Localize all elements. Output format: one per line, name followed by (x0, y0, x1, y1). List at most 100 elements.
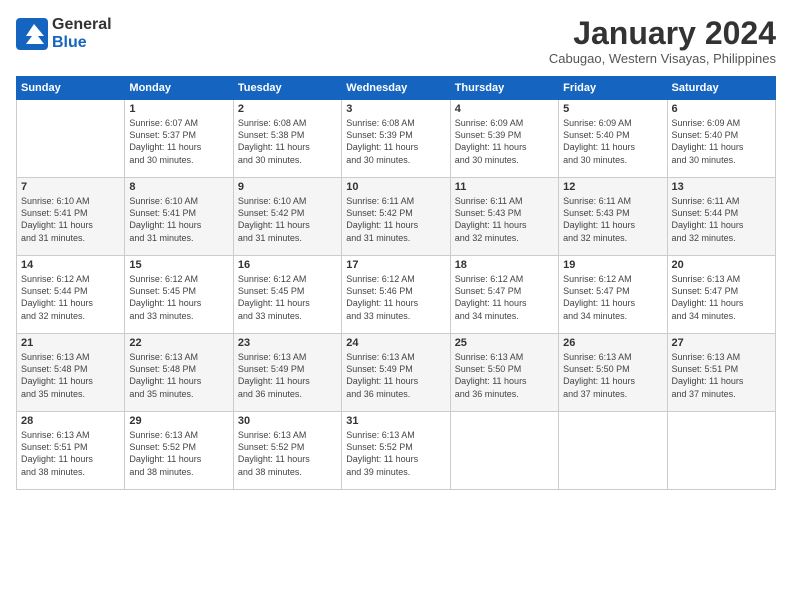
cell-info: Sunrise: 6:13 AM Sunset: 5:49 PM Dayligh… (238, 351, 337, 400)
calendar-cell: 10 Sunrise: 6:11 AM Sunset: 5:42 PM Dayli… (342, 178, 450, 256)
cell-info: Sunrise: 6:08 AM Sunset: 5:38 PM Dayligh… (238, 117, 337, 166)
calendar-cell: 8Sunrise: 6:10 AM Sunset: 5:41 PM Daylig… (125, 178, 233, 256)
cell-info: Sunrise: 6:12 AM Sunset: 5:46 PM Dayligh… (346, 273, 445, 322)
cell-info: Sunrise: 6:12 AM Sunset: 5:44 PM Dayligh… (21, 273, 120, 322)
calendar-cell: 20 Sunrise: 6:13 AM Sunset: 5:47 PM Dayli… (667, 256, 775, 334)
cell-info: Sunrise: 6:13 AM Sunset: 5:50 PM Dayligh… (563, 351, 662, 400)
header-cell-sunday: Sunday (17, 77, 125, 100)
day-number: 31 (346, 415, 445, 427)
calendar-cell: 25 Sunrise: 6:13 AM Sunset: 5:50 PM Dayli… (450, 334, 558, 412)
calendar-cell: 5 Sunrise: 6:09 AM Sunset: 5:40 PM Daylig… (559, 100, 667, 178)
header: General Blue January 2024 Cabugao, Weste… (16, 16, 776, 66)
cell-info: Sunrise: 6:13 AM Sunset: 5:48 PM Dayligh… (21, 351, 120, 400)
calendar-cell: 18 Sunrise: 6:12 AM Sunset: 5:47 PM Dayli… (450, 256, 558, 334)
calendar-cell: 24 Sunrise: 6:13 AM Sunset: 5:49 PM Dayli… (342, 334, 450, 412)
day-number: 11 (455, 181, 554, 193)
calendar-cell: 30 Sunrise: 6:13 AM Sunset: 5:52 PM Dayli… (233, 412, 341, 490)
day-number: 9 (238, 181, 337, 193)
day-number: 20 (672, 259, 771, 271)
cell-info: Sunrise: 6:12 AM Sunset: 5:45 PM Dayligh… (238, 273, 337, 322)
calendar-cell: 17 Sunrise: 6:12 AM Sunset: 5:46 PM Dayli… (342, 256, 450, 334)
day-number: 3 (346, 103, 445, 115)
calendar-cell (559, 412, 667, 490)
cell-info: Sunrise: 6:13 AM Sunset: 5:52 PM Dayligh… (238, 429, 337, 478)
cell-info: Sunrise: 6:12 AM Sunset: 5:47 PM Dayligh… (563, 273, 662, 322)
cell-info: Sunrise: 6:09 AM Sunset: 5:40 PM Dayligh… (563, 117, 662, 166)
calendar-cell: 15 Sunrise: 6:12 AM Sunset: 5:45 PM Dayli… (125, 256, 233, 334)
title-block: January 2024 Cabugao, Western Visayas, P… (549, 16, 776, 66)
calendar-cell: 26 Sunrise: 6:13 AM Sunset: 5:50 PM Dayli… (559, 334, 667, 412)
calendar-cell: 1 Sunrise: 6:07 AM Sunset: 5:37 PM Daylig… (125, 100, 233, 178)
month-title: January 2024 (549, 16, 776, 51)
header-cell-monday: Monday (125, 77, 233, 100)
week-row-0: 1 Sunrise: 6:07 AM Sunset: 5:37 PM Daylig… (17, 100, 776, 178)
calendar-table: SundayMondayTuesdayWednesdayThursdayFrid… (16, 76, 776, 490)
day-number: 26 (563, 337, 662, 349)
calendar-cell: 13Sunrise: 6:11 AM Sunset: 5:44 PM Dayli… (667, 178, 775, 256)
cell-info: Sunrise: 6:13 AM Sunset: 5:50 PM Dayligh… (455, 351, 554, 400)
day-number: 14 (21, 259, 120, 271)
cell-info: Sunrise: 6:11 AM Sunset: 5:43 PM Dayligh… (563, 195, 662, 244)
calendar-cell: 14 Sunrise: 6:12 AM Sunset: 5:44 PM Dayli… (17, 256, 125, 334)
cell-info: Sunrise: 6:13 AM Sunset: 5:48 PM Dayligh… (129, 351, 228, 400)
day-number: 12 (563, 181, 662, 193)
cell-info: Sunrise: 6:13 AM Sunset: 5:47 PM Dayligh… (672, 273, 771, 322)
location: Cabugao, Western Visayas, Philippines (549, 51, 776, 66)
day-number: 1 (129, 103, 228, 115)
cell-info: Sunrise: 6:13 AM Sunset: 5:52 PM Dayligh… (129, 429, 228, 478)
header-row: SundayMondayTuesdayWednesdayThursdayFrid… (17, 77, 776, 100)
week-row-3: 21Sunrise: 6:13 AM Sunset: 5:48 PM Dayli… (17, 334, 776, 412)
day-number: 13 (672, 181, 771, 193)
cell-info: Sunrise: 6:13 AM Sunset: 5:49 PM Dayligh… (346, 351, 445, 400)
cell-info: Sunrise: 6:10 AM Sunset: 5:41 PM Dayligh… (129, 195, 228, 244)
logo-general: General (52, 16, 112, 33)
week-row-1: 7Sunrise: 6:10 AM Sunset: 5:41 PM Daylig… (17, 178, 776, 256)
day-number: 5 (563, 103, 662, 115)
day-number: 29 (129, 415, 228, 427)
calendar-cell: 12 Sunrise: 6:11 AM Sunset: 5:43 PM Dayli… (559, 178, 667, 256)
calendar-cell: 27Sunrise: 6:13 AM Sunset: 5:51 PM Dayli… (667, 334, 775, 412)
calendar-cell: 9 Sunrise: 6:10 AM Sunset: 5:42 PM Daylig… (233, 178, 341, 256)
calendar-cell: 23 Sunrise: 6:13 AM Sunset: 5:49 PM Dayli… (233, 334, 341, 412)
cell-info: Sunrise: 6:13 AM Sunset: 5:51 PM Dayligh… (21, 429, 120, 478)
cell-info: Sunrise: 6:10 AM Sunset: 5:42 PM Dayligh… (238, 195, 337, 244)
header-cell-tuesday: Tuesday (233, 77, 341, 100)
day-number: 23 (238, 337, 337, 349)
day-number: 15 (129, 259, 228, 271)
day-number: 2 (238, 103, 337, 115)
calendar-cell: 3Sunrise: 6:08 AM Sunset: 5:39 PM Daylig… (342, 100, 450, 178)
day-number: 22 (129, 337, 228, 349)
day-number: 18 (455, 259, 554, 271)
logo: General Blue (16, 16, 112, 51)
cell-info: Sunrise: 6:07 AM Sunset: 5:37 PM Dayligh… (129, 117, 228, 166)
calendar-cell: 7Sunrise: 6:10 AM Sunset: 5:41 PM Daylig… (17, 178, 125, 256)
day-number: 10 (346, 181, 445, 193)
cell-info: Sunrise: 6:11 AM Sunset: 5:43 PM Dayligh… (455, 195, 554, 244)
cell-info: Sunrise: 6:12 AM Sunset: 5:47 PM Dayligh… (455, 273, 554, 322)
day-number: 28 (21, 415, 120, 427)
day-number: 27 (672, 337, 771, 349)
cell-info: Sunrise: 6:11 AM Sunset: 5:42 PM Dayligh… (346, 195, 445, 244)
week-row-4: 28 Sunrise: 6:13 AM Sunset: 5:51 PM Dayli… (17, 412, 776, 490)
day-number: 4 (455, 103, 554, 115)
cell-info: Sunrise: 6:09 AM Sunset: 5:40 PM Dayligh… (672, 117, 771, 166)
calendar-cell: 31 Sunrise: 6:13 AM Sunset: 5:52 PM Dayli… (342, 412, 450, 490)
calendar-cell (667, 412, 775, 490)
calendar-cell: 29 Sunrise: 6:13 AM Sunset: 5:52 PM Dayli… (125, 412, 233, 490)
calendar-cell: 19 Sunrise: 6:12 AM Sunset: 5:47 PM Dayli… (559, 256, 667, 334)
day-number: 17 (346, 259, 445, 271)
cell-info: Sunrise: 6:12 AM Sunset: 5:45 PM Dayligh… (129, 273, 228, 322)
calendar-cell: 28 Sunrise: 6:13 AM Sunset: 5:51 PM Dayli… (17, 412, 125, 490)
day-number: 25 (455, 337, 554, 349)
day-number: 19 (563, 259, 662, 271)
calendar-cell: 21Sunrise: 6:13 AM Sunset: 5:48 PM Dayli… (17, 334, 125, 412)
calendar-cell: 4 Sunrise: 6:09 AM Sunset: 5:39 PM Daylig… (450, 100, 558, 178)
logo-blue: Blue (52, 34, 87, 51)
calendar-cell: 16Sunrise: 6:12 AM Sunset: 5:45 PM Dayli… (233, 256, 341, 334)
day-number: 24 (346, 337, 445, 349)
cell-info: Sunrise: 6:13 AM Sunset: 5:52 PM Dayligh… (346, 429, 445, 478)
header-cell-saturday: Saturday (667, 77, 775, 100)
header-cell-wednesday: Wednesday (342, 77, 450, 100)
day-number: 30 (238, 415, 337, 427)
cell-info: Sunrise: 6:09 AM Sunset: 5:39 PM Dayligh… (455, 117, 554, 166)
